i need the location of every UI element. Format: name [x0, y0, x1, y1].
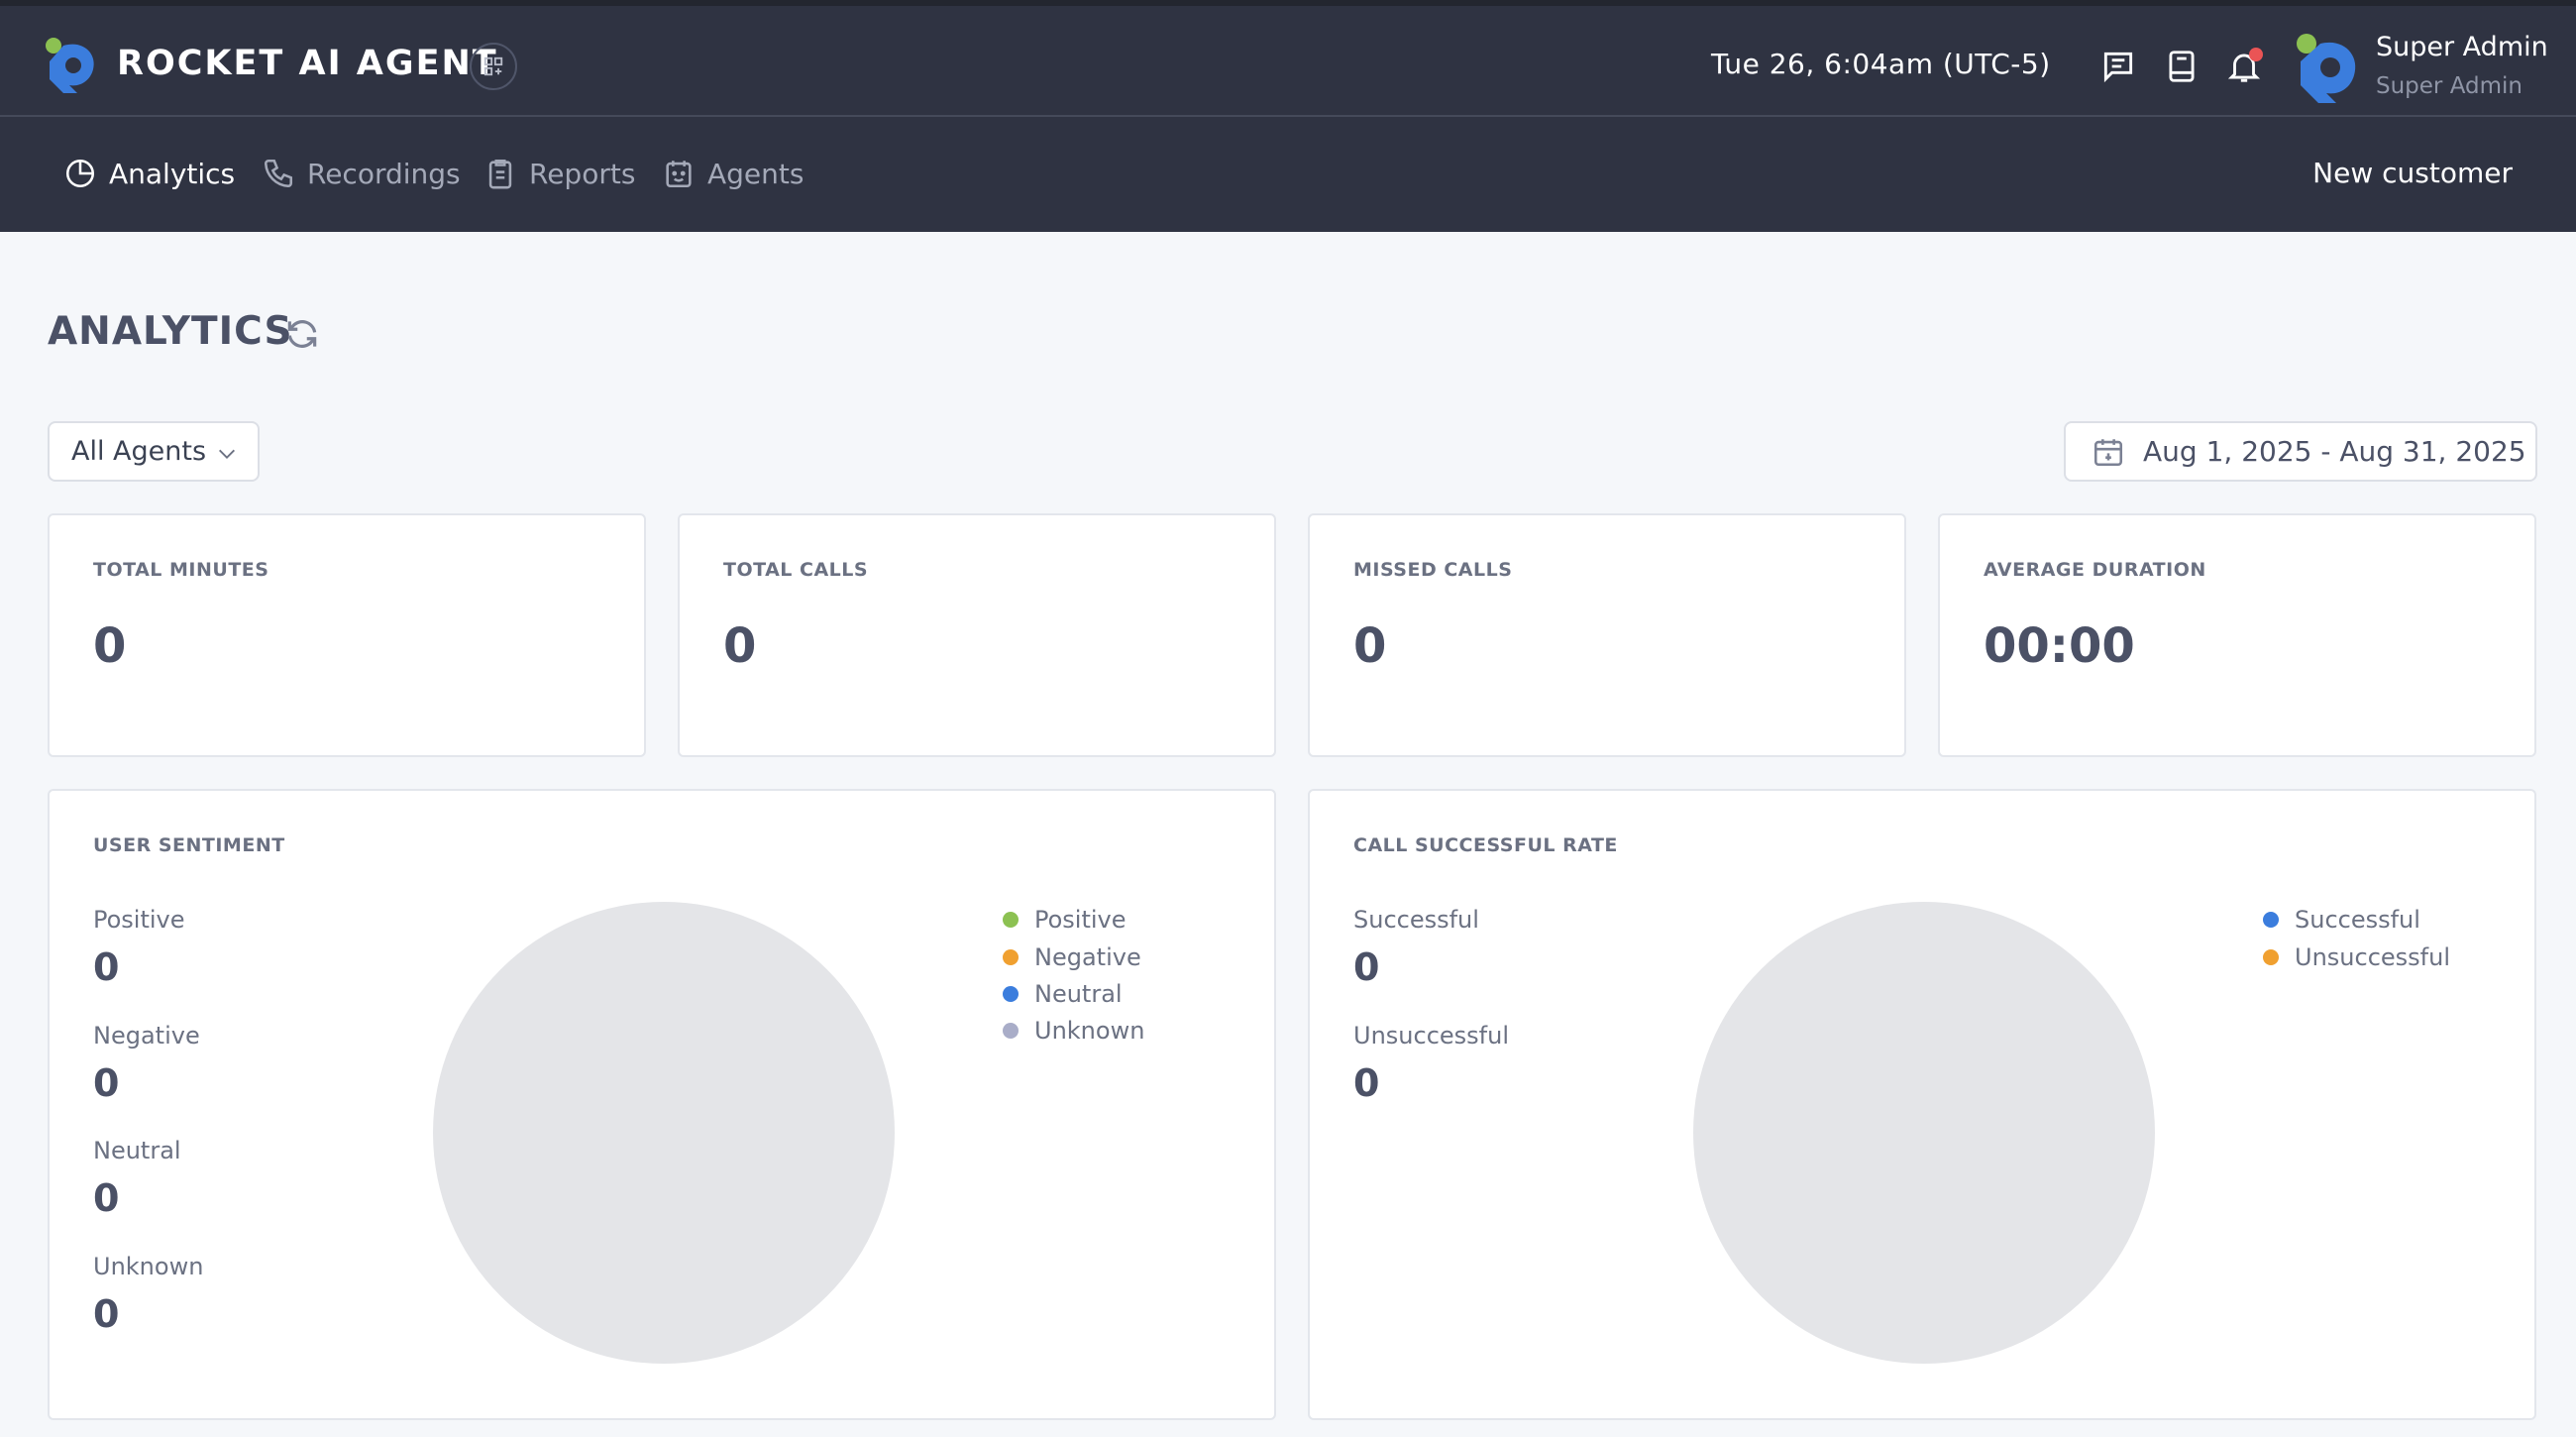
stat-label-successful: Successful — [1353, 906, 1479, 934]
nav-item-label: Recordings — [307, 157, 461, 190]
agent-filter-value: All Agents — [71, 436, 207, 467]
nav-item-agents[interactable]: Agents — [662, 157, 804, 190]
chat-icon[interactable] — [2099, 48, 2137, 85]
nav-item-label: Analytics — [109, 157, 236, 190]
metric-label: MISSED CALLS — [1353, 559, 1513, 581]
legend-label: Negative — [1034, 943, 1141, 971]
legend-label: Successful — [2295, 906, 2420, 934]
top-bar: ROCKET AI AGENT Tue 26, 6:04am (UTC-5) S… — [0, 0, 2576, 117]
metric-card-total-calls: TOTAL CALLS 0 — [678, 513, 1276, 757]
avatar[interactable] — [2295, 32, 2362, 103]
stat-value-negative: 0 — [93, 1061, 120, 1105]
date-range-value: Aug 1, 2025 - Aug 31, 2025 — [2143, 435, 2526, 468]
user-sentiment-card: USER SENTIMENT Positive 0 Negative 0 Neu… — [48, 789, 1276, 1420]
stat-label-unknown: Unknown — [93, 1253, 204, 1280]
call-success-rate-card: CALL SUCCESSFUL RATE Successful 0 Unsucc… — [1308, 789, 2536, 1420]
metric-card-total-minutes: TOTAL MINUTES 0 — [48, 513, 646, 757]
new-customer-link[interactable]: New customer — [2312, 157, 2513, 189]
stat-value-successful: 0 — [1353, 945, 1380, 989]
stat-label-unsuccessful: Unsuccessful — [1353, 1022, 1509, 1050]
pie-chart-icon — [65, 159, 95, 188]
sentiment-pie-chart — [433, 902, 895, 1364]
legend-dot — [1003, 986, 1019, 1002]
legend-dot — [2263, 912, 2279, 928]
nav-item-analytics[interactable]: Analytics — [63, 157, 235, 190]
book-icon[interactable] — [2163, 48, 2200, 85]
legend-item-positive: Positive — [1003, 906, 1127, 934]
chevron-down-icon — [219, 449, 235, 459]
nav-item-label: Reports — [529, 157, 636, 190]
agent-filter-select[interactable]: All Agents — [48, 421, 260, 482]
metric-value: 0 — [1353, 618, 1387, 674]
legend-label: Neutral — [1034, 980, 1123, 1008]
nav-item-label: Agents — [707, 157, 805, 190]
legend-dot — [1003, 912, 1019, 928]
legend-item-unsuccessful: Unsuccessful — [2263, 943, 2450, 971]
notification-badge — [2249, 48, 2263, 61]
metric-card-missed-calls: MISSED CALLS 0 — [1308, 513, 1906, 757]
stat-value-unknown: 0 — [93, 1292, 120, 1336]
stat-label-positive: Positive — [93, 906, 185, 934]
legend-item-neutral: Neutral — [1003, 980, 1123, 1008]
legend-item-negative: Negative — [1003, 943, 1141, 971]
card-title: CALL SUCCESSFUL RATE — [1353, 834, 1618, 856]
card-title: USER SENTIMENT — [93, 834, 285, 856]
page-title: ANALYTICS — [48, 309, 293, 354]
calendar-icon — [2093, 438, 2123, 466]
legend-dot — [1003, 949, 1019, 965]
phone-icon — [264, 159, 293, 188]
user-name[interactable]: Super Admin — [2376, 32, 2548, 62]
metric-value: 00:00 — [1984, 618, 2135, 674]
current-datetime: Tue 26, 6:04am (UTC-5) — [1711, 48, 2051, 80]
stat-value-positive: 0 — [93, 945, 120, 989]
brand-name: ROCKET AI AGENT — [117, 44, 498, 83]
metric-value: 0 — [93, 618, 127, 674]
legend-dot — [1003, 1023, 1019, 1039]
metric-card-average-duration: AVERAGE DURATION 00:00 — [1938, 513, 2536, 757]
refresh-icon[interactable] — [283, 315, 321, 353]
clipboard-icon — [488, 159, 512, 189]
nav-item-recordings[interactable]: Recordings — [262, 157, 461, 190]
stat-value-unsuccessful: 0 — [1353, 1061, 1380, 1105]
success-rate-pie-chart — [1693, 902, 2155, 1364]
stat-label-neutral: Neutral — [93, 1137, 181, 1164]
legend-label: Unknown — [1034, 1017, 1145, 1045]
legend-dot — [2263, 949, 2279, 965]
apps-grid-button[interactable] — [470, 43, 517, 90]
metric-value: 0 — [723, 618, 757, 674]
nav-item-reports[interactable]: Reports — [483, 157, 635, 190]
apps-grid-icon — [483, 56, 503, 76]
metric-label: TOTAL MINUTES — [93, 559, 269, 581]
date-range-picker[interactable]: Aug 1, 2025 - Aug 31, 2025 — [2064, 421, 2537, 482]
stat-value-neutral: 0 — [93, 1176, 120, 1220]
legend-item-unknown: Unknown — [1003, 1017, 1144, 1045]
main-nav: Analytics Recordings Reports Agents New … — [0, 117, 2576, 232]
legend-item-successful: Successful — [2263, 906, 2420, 934]
legend-label: Positive — [1034, 906, 1127, 934]
stat-label-negative: Negative — [93, 1022, 200, 1050]
calendar-face-icon — [666, 161, 692, 188]
user-role: Super Admin — [2376, 73, 2522, 99]
legend-label: Unsuccessful — [2295, 943, 2450, 971]
rocket-logo-icon[interactable] — [44, 36, 99, 93]
metric-label: AVERAGE DURATION — [1984, 559, 2206, 581]
metric-label: TOTAL CALLS — [723, 559, 869, 581]
